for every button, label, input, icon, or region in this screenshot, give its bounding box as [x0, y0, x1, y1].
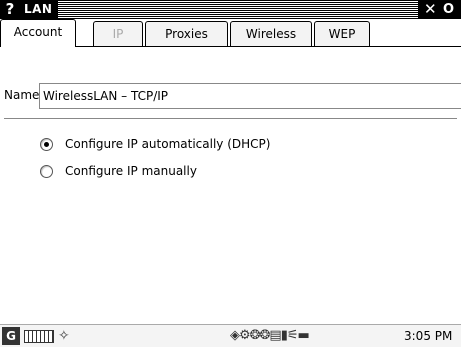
- close-icon[interactable]: ✕: [424, 1, 437, 18]
- tab-proxies[interactable]: Proxies: [145, 21, 228, 46]
- name-label: Name:: [4, 88, 44, 102]
- tab-bar: Account IP Proxies Wireless WEP: [0, 19, 461, 47]
- clock[interactable]: 3:05 PM: [404, 327, 460, 345]
- option-manual[interactable]: Configure IP manually: [40, 162, 197, 180]
- tab-wep[interactable]: WEP: [314, 21, 370, 46]
- separator: [4, 118, 457, 120]
- network-icon[interactable]: ✧: [58, 327, 76, 345]
- start-menu-icon[interactable]: G: [2, 327, 20, 345]
- option-manual-label: Configure IP manually: [65, 164, 197, 178]
- title-bar: ? LAN ✕ O: [0, 0, 461, 19]
- tab-account[interactable]: Account: [0, 19, 76, 47]
- radio-manual[interactable]: [40, 164, 53, 178]
- system-tray-icons[interactable]: ◈⚙❂❂▤▮⚟▬: [230, 327, 400, 345]
- name-field[interactable]: [39, 83, 461, 109]
- window-title: LAN: [20, 1, 58, 18]
- tab-wireless[interactable]: Wireless: [230, 21, 312, 46]
- option-dhcp[interactable]: Configure IP automatically (DHCP): [40, 135, 270, 153]
- window-controls: ✕ O: [418, 1, 461, 18]
- taskbar: G ✧ ◈⚙❂❂▤▮⚟▬ 3:05 PM: [0, 324, 461, 347]
- option-dhcp-label: Configure IP automatically (DHCP): [65, 137, 271, 151]
- keyboard-icon[interactable]: [24, 330, 54, 343]
- tab-ip: IP: [93, 21, 143, 46]
- help-button[interactable]: ?: [0, 1, 20, 18]
- ok-button[interactable]: O: [443, 1, 454, 18]
- radio-dhcp[interactable]: [40, 137, 53, 151]
